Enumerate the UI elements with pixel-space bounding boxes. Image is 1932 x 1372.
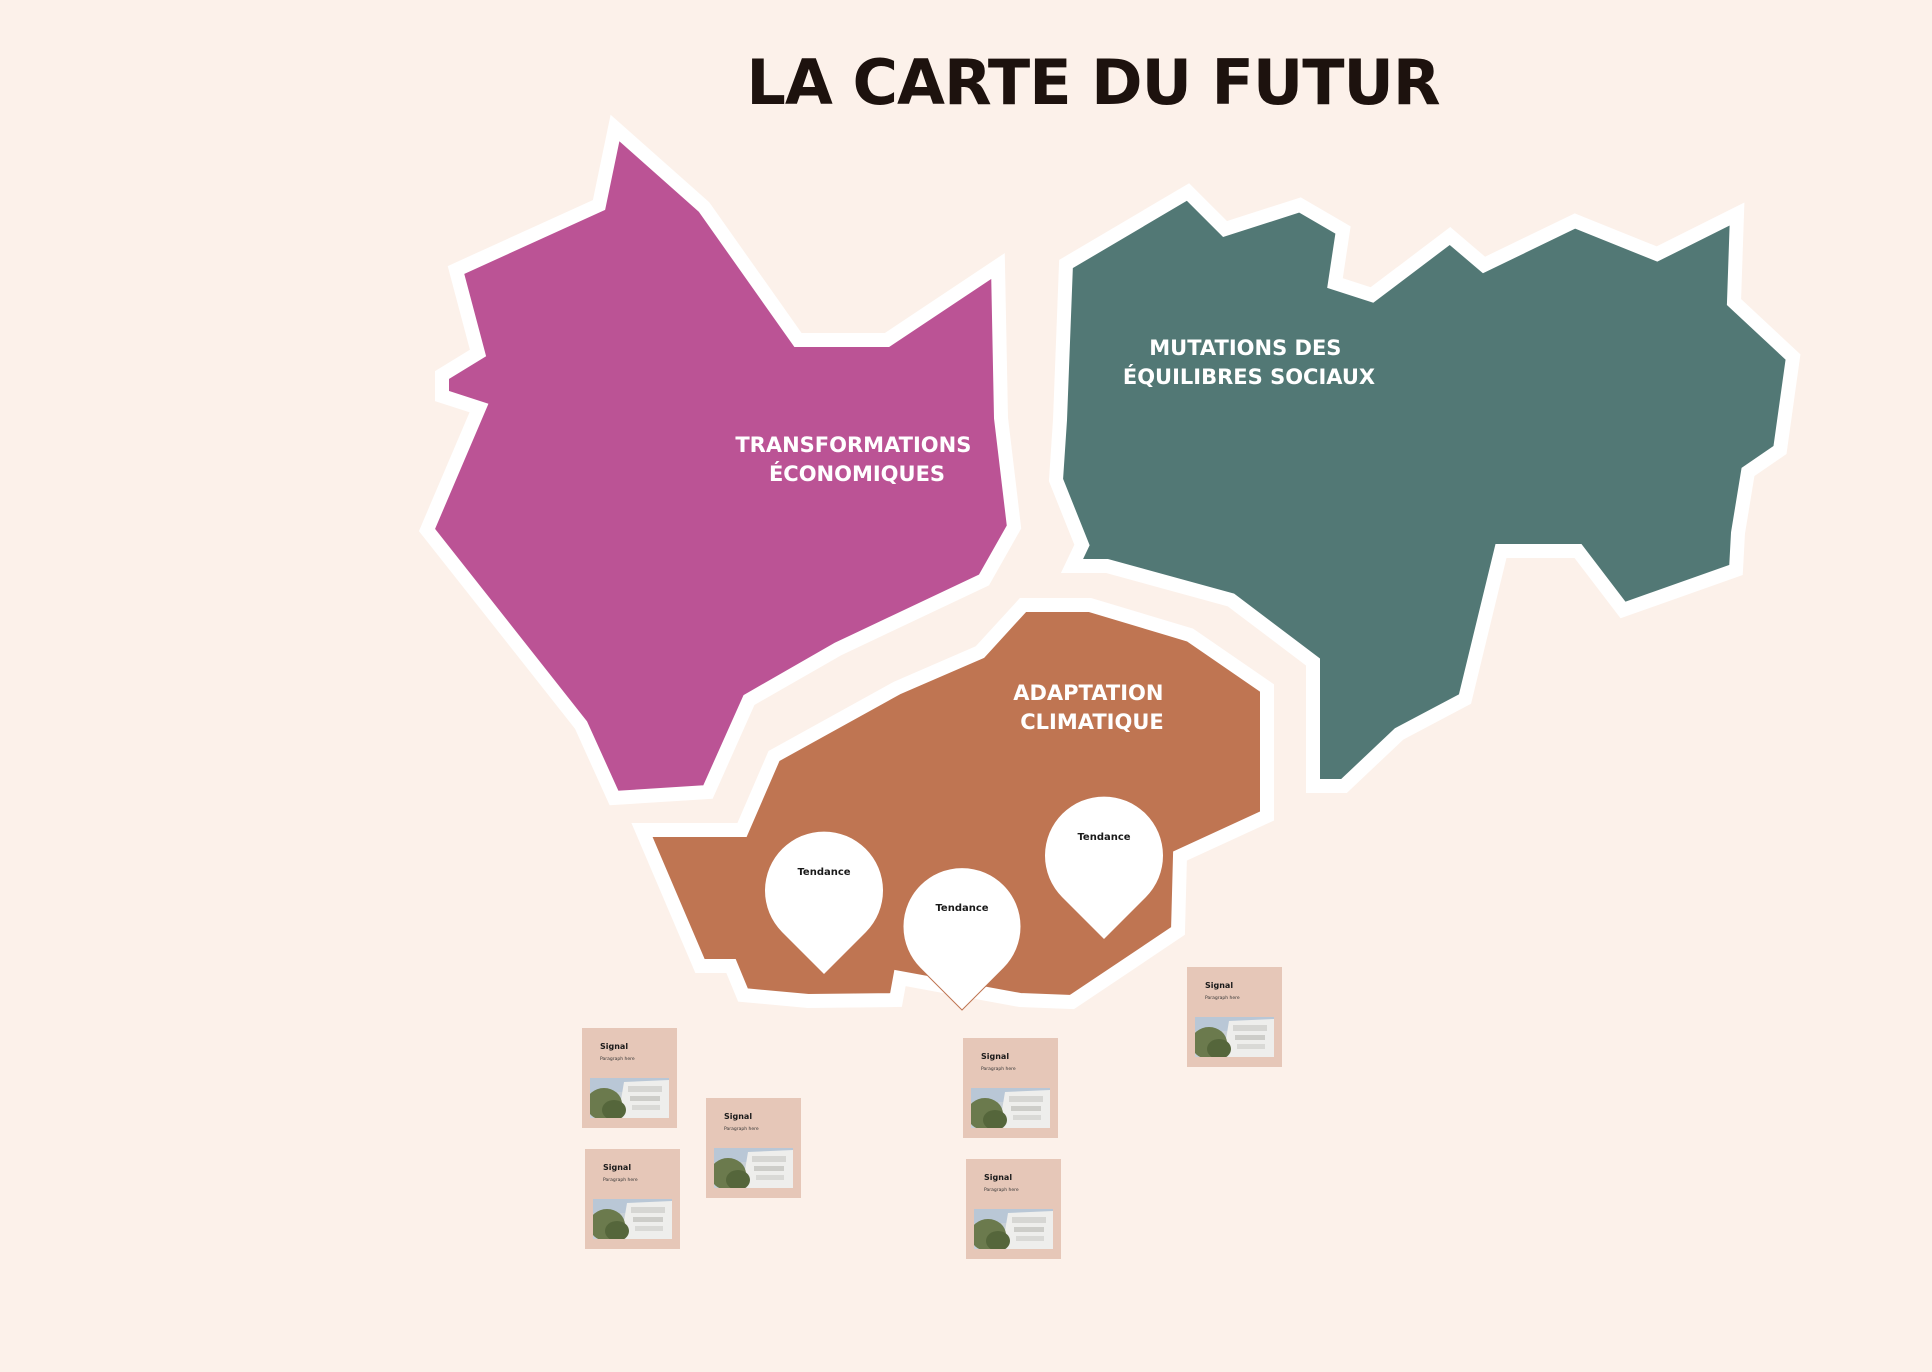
region-economic-line1: TRANSFORMATIONS xyxy=(735,433,971,457)
building-photo xyxy=(593,1199,672,1239)
region-climate-line1: ADAPTATION xyxy=(1013,681,1163,705)
signal-card[interactable]: Signal Paragraph here xyxy=(1187,967,1282,1067)
signal-card[interactable]: Signal Paragraph here xyxy=(966,1159,1061,1259)
signal-title: Signal xyxy=(603,1163,632,1172)
building-photo xyxy=(1195,1017,1274,1057)
signal-title: Signal xyxy=(984,1173,1013,1182)
signal-card[interactable]: Signal Paragraph here xyxy=(963,1038,1058,1138)
building-photo xyxy=(714,1148,793,1188)
region-social-line1: MUTATIONS DES xyxy=(1149,336,1341,360)
signal-title: Signal xyxy=(724,1112,753,1121)
signal-title: Signal xyxy=(981,1052,1010,1061)
signal-title: Signal xyxy=(1205,981,1234,990)
signal-paragraph: Paragraph here xyxy=(724,1127,759,1132)
signal-card[interactable]: Signal Paragraph here xyxy=(582,1028,677,1128)
signal-paragraph: Paragraph here xyxy=(603,1178,638,1183)
signal-paragraph: Paragraph here xyxy=(981,1067,1016,1072)
pin-label: Tendance xyxy=(935,903,988,914)
signal-title: Signal xyxy=(600,1042,629,1051)
building-photo xyxy=(974,1209,1053,1249)
building-photo xyxy=(971,1088,1050,1128)
region-social-line2: ÉQUILIBRES SOCIAUX xyxy=(1123,364,1375,389)
region-economic-line2: ÉCONOMIQUES xyxy=(769,461,945,486)
signal-paragraph: Paragraph here xyxy=(1205,996,1240,1001)
signal-card[interactable]: Signal Paragraph here xyxy=(585,1149,680,1249)
pin-label: Tendance xyxy=(1077,832,1130,843)
building-photo xyxy=(590,1078,669,1118)
region-climate-line2: CLIMATIQUE xyxy=(1020,710,1164,734)
signal-card[interactable]: Signal Paragraph here xyxy=(706,1098,801,1198)
pin-label: Tendance xyxy=(797,867,850,878)
signal-paragraph: Paragraph here xyxy=(984,1188,1019,1193)
signal-paragraph: Paragraph here xyxy=(600,1057,635,1062)
